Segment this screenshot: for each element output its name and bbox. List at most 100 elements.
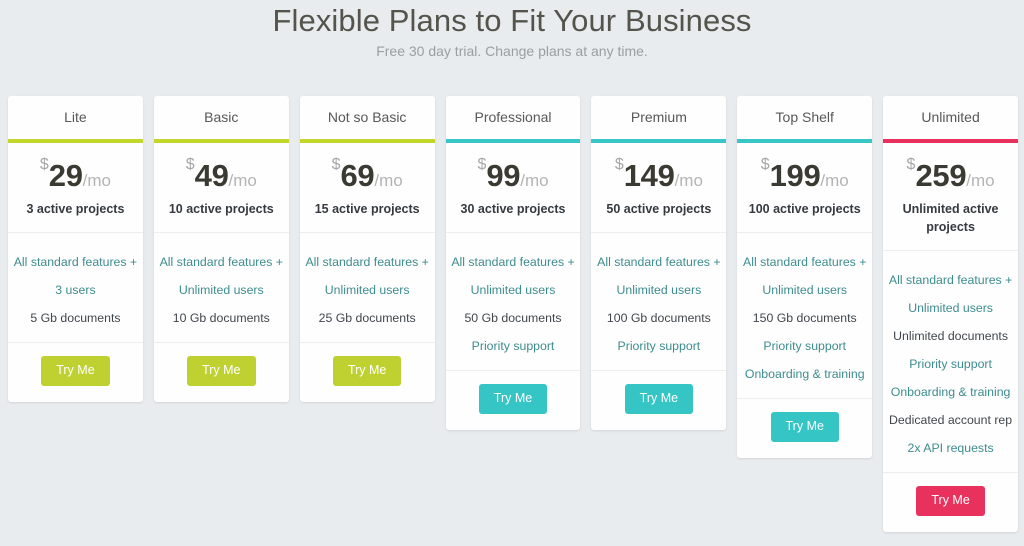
price-period: /mo (820, 171, 849, 190)
feature-item: All standard features + (305, 255, 429, 269)
card-header: Unlimited (883, 96, 1018, 139)
feature-item: All standard features + (13, 255, 138, 269)
price-period: /mo (520, 171, 549, 190)
price-line: $259/mo (890, 157, 1011, 193)
try-me-button[interactable]: Try Me (41, 356, 110, 386)
feature-item: All standard features + (743, 255, 867, 269)
feature-item: Unlimited users (178, 283, 264, 297)
price-line: $149/mo (598, 157, 719, 193)
feature-item: All standard features + (451, 255, 575, 269)
price-amount: 99 (486, 158, 521, 193)
plan-projects: 3 active projects (26, 202, 125, 216)
feature-item: Priority support (617, 339, 701, 353)
plan-projects: 50 active projects (606, 202, 712, 216)
card-header: Premium (591, 96, 726, 139)
price-line: $29/mo (15, 156, 136, 192)
feature-item: 100 Gb documents (606, 311, 711, 325)
price-period: /mo (228, 171, 257, 190)
try-me-button[interactable]: Try Me (332, 356, 402, 386)
plan-name: Unlimited (921, 109, 980, 125)
currency-symbol: $ (39, 156, 49, 173)
feature-item: All standard features + (597, 255, 721, 269)
pricing-card: Not so Basic $69/mo 15 active projects All … (299, 96, 435, 402)
cta-container: Try Me (591, 371, 726, 430)
feature-item: Priority support (909, 357, 992, 371)
feature-item: Unlimited users (908, 301, 993, 315)
feature-list: All standard features + Unlimited users 25… (299, 233, 435, 343)
card-header: Lite (8, 96, 143, 139)
plan-name: Top Shelf (775, 109, 834, 125)
price-block: $259/mo Unlimited active projects (883, 143, 1019, 251)
price-block: $199/mo 100 active projects (737, 143, 873, 233)
feature-list: All standard features + Unlimited users 10… (153, 233, 289, 343)
cta-container: Try Me (300, 343, 435, 402)
page-subtitle: Free 30 day trial. Change plans at any t… (376, 43, 648, 59)
price-line: $199/mo (744, 157, 865, 193)
feature-item: Priority support (471, 339, 555, 353)
pricing-cards-row: Lite $29/mo 3 active projects All standard … (8, 96, 1019, 532)
price-amount: 259 (915, 158, 967, 193)
price-amount: 149 (623, 158, 675, 193)
price-block: $99/mo 30 active projects (445, 143, 581, 233)
pricing-card: Professional $99/mo 30 active projects All … (445, 96, 581, 430)
card-header: Professional (446, 96, 581, 139)
price-period: /mo (374, 171, 403, 190)
feature-item: 3 users (55, 283, 96, 297)
pricing-page: Flexible Plans to Fit Your Business Free… (0, 0, 1024, 546)
feature-item: 5 Gb documents (30, 311, 121, 325)
price-period: /mo (966, 171, 995, 190)
card-header: Top Shelf (737, 96, 872, 139)
try-me-button[interactable]: Try Me (187, 356, 256, 386)
price-block: $29/mo 3 active projects (8, 143, 143, 233)
cta-container: Try Me (446, 371, 581, 430)
price-line: $69/mo (307, 157, 428, 193)
feature-item: 50 Gb documents (464, 311, 562, 325)
plan-projects: Unlimited active projects (902, 202, 999, 234)
feature-item: Unlimited users (470, 283, 556, 297)
feature-item: Unlimited documents (893, 329, 1008, 343)
cta-container: Try Me (8, 343, 143, 402)
pricing-card: Basic $49/mo 10 active projects All standar… (153, 96, 289, 402)
feature-list: All standard features + Unlimited users 50… (445, 233, 581, 371)
price-amount: 199 (769, 158, 821, 193)
try-me-button[interactable]: Try Me (916, 486, 985, 516)
feature-list: All standard features + Unlimited users Un… (883, 251, 1019, 473)
plan-name: Lite (64, 109, 87, 125)
price-block: $69/mo 15 active projects (299, 143, 435, 233)
price-line: $99/mo (453, 156, 574, 193)
feature-item: All standard features + (888, 273, 1013, 287)
cta-container: Try Me (883, 473, 1018, 532)
plan-name: Not so Basic (327, 109, 407, 125)
pricing-card: Top Shelf $199/mo 100 active projects All s… (737, 96, 873, 458)
try-me-button[interactable]: Try Me (770, 412, 839, 442)
feature-list: All standard features + Unlimited users 15… (737, 233, 873, 399)
currency-symbol: $ (477, 156, 487, 173)
price-period: /mo (82, 171, 111, 190)
feature-item: 25 Gb documents (318, 311, 416, 325)
feature-item: Onboarding & training (890, 385, 1011, 399)
plan-name: Premium (630, 109, 687, 125)
plan-name: Basic (204, 109, 239, 125)
try-me-button[interactable]: Try Me (624, 384, 694, 414)
price-block: $149/mo 50 active projects (591, 143, 727, 233)
feature-item: Unlimited users (324, 283, 410, 297)
price-period: /mo (674, 171, 703, 190)
price-amount: 69 (340, 158, 375, 193)
pricing-card: Unlimited $259/mo Unlimited active project… (883, 96, 1019, 532)
plan-name: Professional (474, 109, 552, 125)
currency-symbol: $ (185, 156, 195, 173)
feature-item: Priority support (763, 339, 847, 353)
plan-projects: 100 active projects (748, 202, 861, 216)
feature-item: 2x API requests (907, 441, 994, 455)
feature-item: Unlimited users (616, 283, 702, 297)
feature-item: Unlimited users (762, 283, 848, 297)
feature-item: Onboarding & training (744, 367, 865, 381)
pricing-card: Premium $149/mo 50 active projects All stan… (591, 96, 727, 430)
feature-item: 10 Gb documents (172, 311, 270, 325)
try-me-button[interactable]: Try Me (478, 384, 548, 414)
cta-container: Try Me (737, 399, 872, 458)
cta-container: Try Me (154, 343, 289, 402)
price-block: $49/mo 10 active projects (153, 143, 289, 233)
plan-projects: 30 active projects (460, 202, 566, 216)
card-header: Basic (154, 96, 289, 139)
